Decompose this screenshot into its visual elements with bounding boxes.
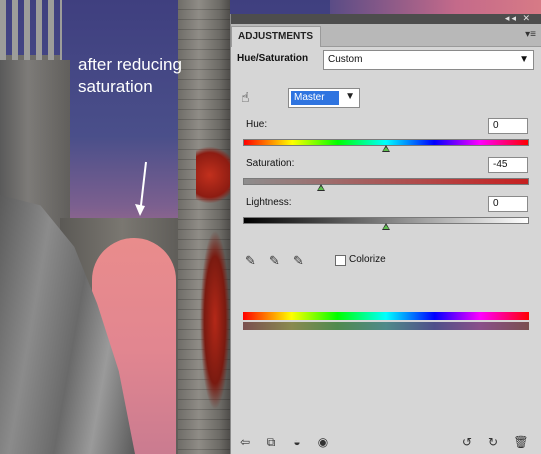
view-previous-icon[interactable]: ↺ <box>459 434 475 450</box>
eyedropper-plus-icon[interactable]: ✎ <box>269 253 285 269</box>
tab-row: ADJUSTMENTS ▾≡ <box>231 24 541 47</box>
lightness-slider-thumb[interactable] <box>382 223 390 230</box>
colorize-label: Colorize <box>349 254 386 265</box>
channel-select[interactable]: Master ▼ <box>288 88 360 108</box>
hue-label: Hue: <box>246 119 268 130</box>
saturation-slider-track[interactable] <box>243 178 529 185</box>
adjustment-header: Hue/Saturation Custom ▼ <box>231 48 541 72</box>
hand-icon[interactable]: ☝ <box>241 88 259 106</box>
lightness-label: Lightness: <box>246 197 292 208</box>
saturation-input[interactable]: -45 <box>488 157 528 173</box>
adjustments-panel: ◂◂ ✕ ADJUSTMENTS ▾≡ Hue/Saturation Custo… <box>230 13 541 454</box>
collapse-icon[interactable]: ◂◂ ✕ <box>505 13 532 24</box>
adjustment-title: Hue/Saturation <box>237 53 309 64</box>
eyedropper-icon[interactable]: ✎ <box>245 253 261 269</box>
visibility-toggle-icon[interactable]: ◒ <box>289 434 305 450</box>
hue-slider-thumb[interactable] <box>382 145 390 152</box>
reset-icon[interactable]: ↻ <box>485 434 501 450</box>
hue-input[interactable]: 0 <box>488 118 528 134</box>
saturation-label: Saturation: <box>246 158 295 169</box>
eye-icon[interactable]: ◉ <box>315 434 331 450</box>
input-color-bar <box>243 312 529 320</box>
arrow-down-icon <box>135 161 147 216</box>
chevron-down-icon: ▼ <box>519 54 529 65</box>
panel-titlebar: ◂◂ ✕ <box>231 13 541 24</box>
saturation-slider-thumb[interactable] <box>317 184 325 191</box>
lightness-input[interactable]: 0 <box>488 196 528 212</box>
red-ivy <box>196 140 230 210</box>
channel-value: Master <box>290 90 340 106</box>
annotation-line-2: saturation <box>78 77 153 96</box>
tower-colonnade <box>0 0 62 68</box>
colorize-checkbox[interactable] <box>335 255 346 266</box>
chevron-down-icon: ▼ <box>345 91 355 102</box>
red-ivy <box>200 230 230 410</box>
panel-menu-icon[interactable]: ▾≡ <box>525 29 536 40</box>
annotation-text: after reducing saturation <box>78 54 228 98</box>
preset-value: Custom <box>328 54 363 65</box>
preset-select[interactable]: Custom ▼ <box>323 50 534 70</box>
tab-adjustments[interactable]: ADJUSTMENTS <box>231 26 321 47</box>
back-arrow-icon[interactable]: ⇦ <box>237 434 253 450</box>
panel-bottom-toolbar: ⇦ ⧉ ◒ ◉ ↺ ↻ 🗑 <box>231 430 541 454</box>
annotation-line-1: after reducing <box>78 55 182 74</box>
output-color-bar <box>243 322 529 330</box>
trash-icon[interactable]: 🗑 <box>513 434 529 450</box>
eyedropper-minus-icon[interactable]: ✎ <box>293 253 309 269</box>
clip-to-layer-icon[interactable]: ⧉ <box>263 434 279 450</box>
